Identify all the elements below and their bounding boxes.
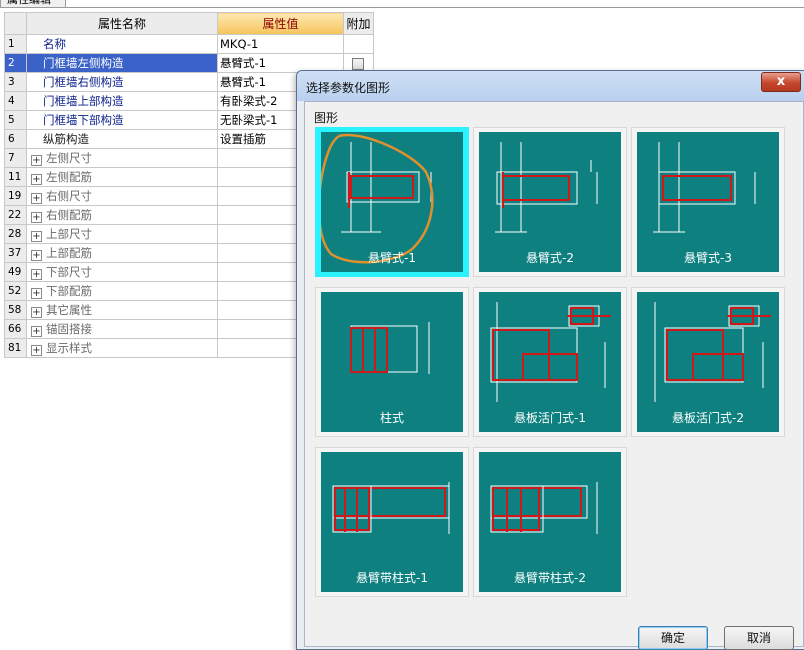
property-name-text: 上部配筋 [46, 246, 92, 260]
property-name-text: 显示样式 [46, 341, 92, 355]
property-name[interactable]: + 右侧尺寸 [26, 186, 218, 206]
shape-label: 悬臂式-3 [684, 251, 732, 265]
row-number: 5 [4, 110, 27, 130]
property-name-text: 左侧尺寸 [46, 151, 92, 165]
property-name-text: 门框墙上部构造 [43, 94, 124, 108]
property-name-text: 右侧配筋 [46, 208, 92, 222]
expand-icon[interactable]: + [31, 250, 42, 261]
shape-label: 悬臂带柱式-1 [356, 571, 428, 585]
property-name[interactable]: + 左侧配筋 [26, 167, 218, 187]
shape-option-slab1[interactable]: 悬板活门式-1 [473, 287, 627, 437]
row-number: 7 [4, 148, 27, 168]
extra-checkbox[interactable] [352, 57, 364, 70]
ok-button[interactable]: 确定 [638, 626, 708, 650]
shape-option-column[interactable]: 柱式 [315, 287, 469, 437]
dialog-title: 选择参数化图形 [306, 81, 391, 95]
property-row[interactable]: 1 名称 MKQ-1 [4, 34, 374, 54]
cancel-button[interactable]: 取消 [724, 626, 794, 650]
property-name-text: 上部尺寸 [46, 227, 92, 241]
property-name-text: 下部配筋 [46, 284, 92, 298]
property-name[interactable]: + 锚固搭接 [26, 319, 218, 339]
shape-label: 悬板活门式-2 [672, 411, 744, 425]
property-name[interactable]: 门框墙右侧构造 [26, 72, 218, 92]
property-name[interactable]: + 显示样式 [26, 338, 218, 358]
property-name-text: 下部尺寸 [46, 265, 92, 279]
property-name-text: 右侧尺寸 [46, 189, 92, 203]
expand-icon[interactable]: + [31, 155, 42, 166]
row-number: 1 [4, 34, 27, 54]
row-number: 66 [4, 319, 27, 339]
shape-option-cantcol1[interactable]: 悬臂带柱式-1 [315, 447, 469, 597]
grid-header-extra[interactable]: 附加 [343, 12, 374, 35]
expand-icon[interactable]: + [31, 212, 42, 223]
property-name[interactable]: + 上部尺寸 [26, 224, 218, 244]
row-number: 3 [4, 72, 27, 92]
select-parametric-shape-dialog: 选择参数化图形 x 图形 悬臂式-1 悬臂式-2 悬臂式-3 柱式 悬板活门式-1 悬板活… [296, 70, 804, 650]
row-number: 81 [4, 338, 27, 358]
expand-icon[interactable]: + [31, 345, 42, 356]
row-number: 52 [4, 281, 27, 301]
shape-label: 悬臂式-2 [526, 251, 574, 265]
row-number: 37 [4, 243, 27, 263]
property-name[interactable]: 门框墙上部构造 [26, 91, 218, 111]
row-number: 2 [4, 53, 27, 73]
close-icon: x [776, 74, 786, 89]
shape-gallery: 悬臂式-1 悬臂式-2 悬臂式-3 柱式 悬板活门式-1 悬板活门式-2 悬臂带柱式-1 悬臂… [315, 127, 795, 611]
property-name[interactable]: 纵筋构造 [26, 129, 218, 149]
property-name[interactable]: 门框墙左侧构造 [26, 53, 218, 73]
property-name[interactable]: + 其它属性 [26, 300, 218, 320]
shapes-group-label: 图形 [314, 111, 339, 125]
top-strip: 属性编辑 [0, 0, 804, 10]
row-number: 11 [4, 167, 27, 187]
property-name-text: 门框墙下部构造 [43, 113, 124, 127]
expand-icon[interactable]: + [31, 307, 42, 318]
close-button[interactable]: x [761, 72, 801, 92]
expand-icon[interactable]: + [31, 193, 42, 204]
property-name[interactable]: + 上部配筋 [26, 243, 218, 263]
property-name-text: 门框墙右侧构造 [43, 75, 124, 89]
row-number: 28 [4, 224, 27, 244]
tab-underline [66, 7, 804, 8]
expand-icon[interactable]: + [31, 174, 42, 185]
property-name[interactable]: 名称 [26, 34, 218, 54]
expand-icon[interactable]: + [31, 288, 42, 299]
shape-label: 悬臂式-1 [368, 251, 416, 265]
grid-header-name[interactable]: 属性名称 [26, 12, 218, 35]
row-number: 22 [4, 205, 27, 225]
row-number: 58 [4, 300, 27, 320]
property-name-text: 左侧配筋 [46, 170, 92, 184]
property-name-text: 名称 [43, 37, 66, 51]
grid-header-num [4, 12, 27, 35]
row-number: 19 [4, 186, 27, 206]
expand-icon[interactable]: + [31, 269, 42, 280]
property-value[interactable]: MKQ-1 [217, 34, 344, 54]
shape-label: 柱式 [379, 411, 404, 425]
expand-icon[interactable]: + [31, 231, 42, 242]
expand-icon[interactable]: + [31, 326, 42, 337]
row-number: 49 [4, 262, 27, 282]
shape-option-cantilever3[interactable]: 悬臂式-3 [631, 127, 785, 277]
property-extra[interactable] [343, 34, 374, 54]
tab-property-editor[interactable]: 属性编辑 [0, 0, 66, 8]
shape-label: 悬板活门式-1 [514, 411, 586, 425]
shape-option-slab2[interactable]: 悬板活门式-2 [631, 287, 785, 437]
property-name[interactable]: + 下部配筋 [26, 281, 218, 301]
shape-label: 悬臂带柱式-2 [514, 571, 586, 585]
shape-option-cantilever2[interactable]: 悬臂式-2 [473, 127, 627, 277]
property-name-text: 门框墙左侧构造 [43, 56, 124, 70]
shape-option-cantilever1[interactable]: 悬臂式-1 [315, 127, 469, 277]
grid-header-value[interactable]: 属性值 [217, 12, 344, 35]
property-name[interactable]: + 下部尺寸 [26, 262, 218, 282]
property-name[interactable]: 门框墙下部构造 [26, 110, 218, 130]
property-name-text: 锚固搭接 [46, 322, 92, 336]
property-name[interactable]: + 右侧配筋 [26, 205, 218, 225]
shape-option-cantcol2[interactable]: 悬臂带柱式-2 [473, 447, 627, 597]
property-name-text: 纵筋构造 [43, 132, 89, 146]
property-name-text: 其它属性 [46, 303, 92, 317]
dialog-titlebar[interactable]: 选择参数化图形 x [297, 71, 804, 101]
row-number: 4 [4, 91, 27, 111]
row-number: 6 [4, 129, 27, 149]
property-name[interactable]: + 左侧尺寸 [26, 148, 218, 168]
